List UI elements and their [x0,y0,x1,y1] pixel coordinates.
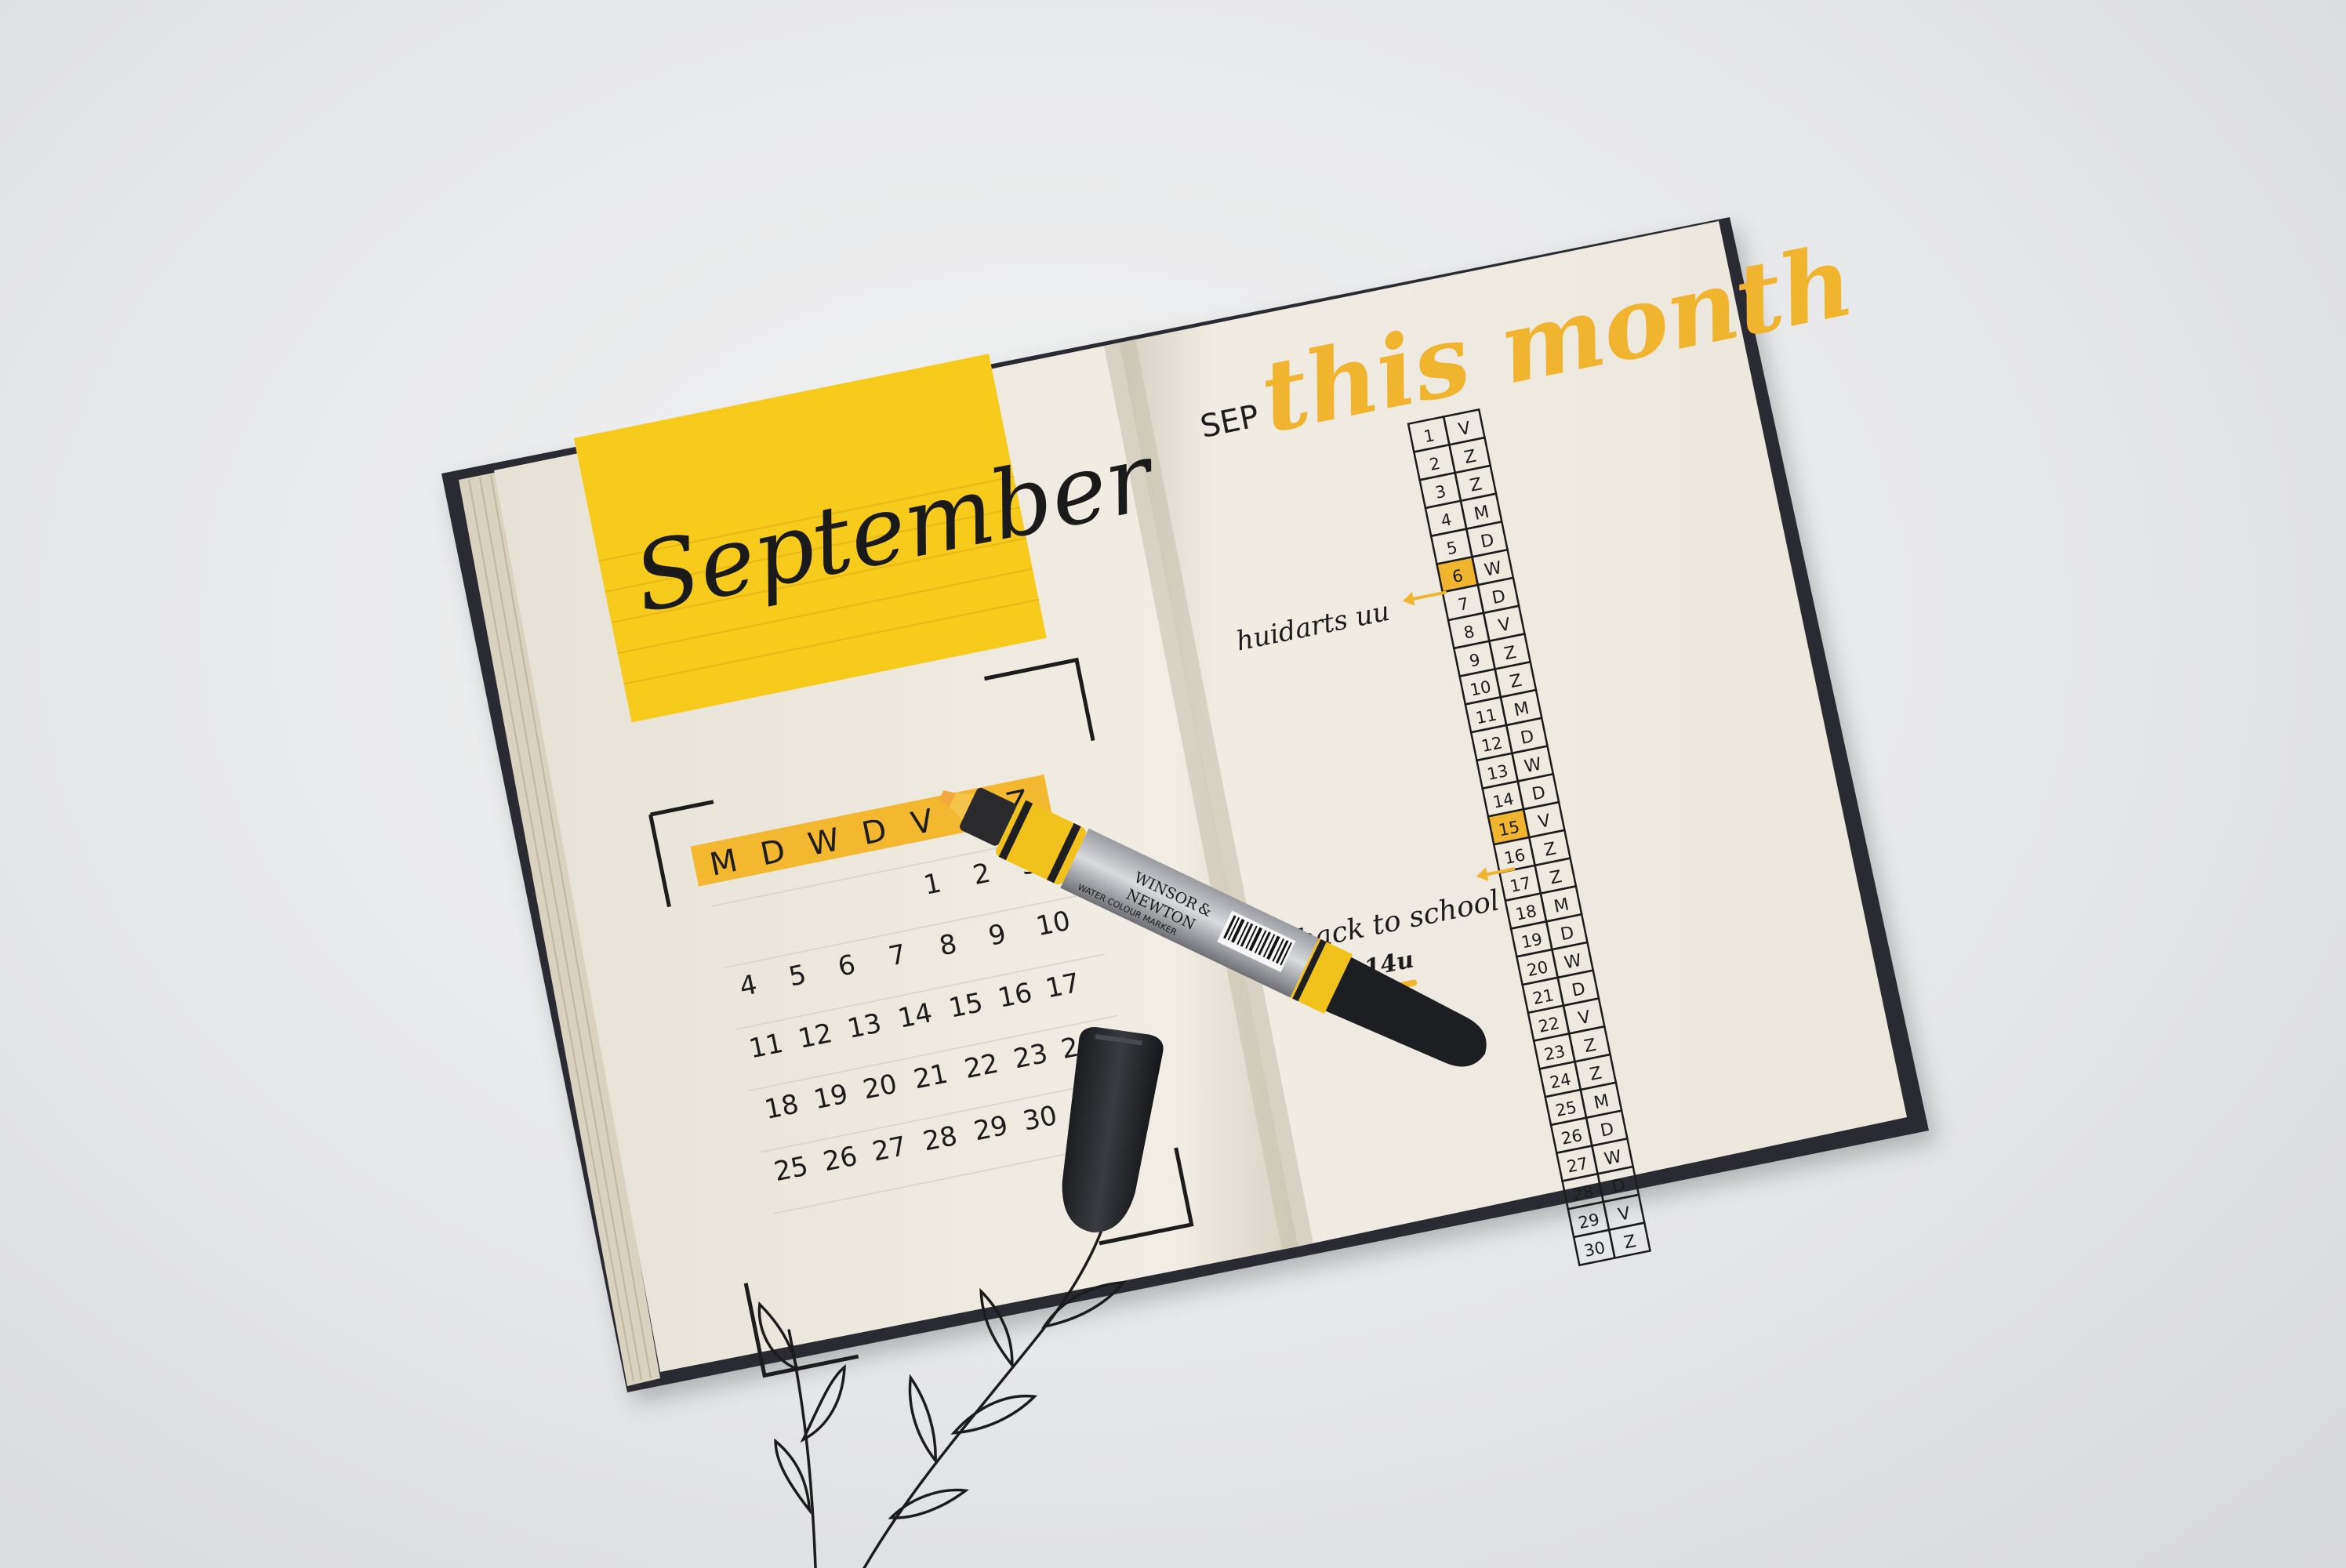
calendar-day: 21 [911,1058,950,1096]
calendar-day: 29 [971,1110,1011,1148]
calendar-day: 17 [1043,967,1082,1005]
calendar-day: 25 [772,1150,811,1188]
calendar-day: 26 [820,1141,859,1178]
tracker-day-number: 28 [1571,1181,1596,1204]
tracker-weekday: Z [1622,1232,1638,1254]
calendar-day: 27 [870,1131,909,1168]
tracker-day-number: 30 [1582,1238,1607,1261]
calendar-day: 30 [1020,1100,1059,1138]
calendar-day: 20 [860,1069,899,1106]
calendar-day: 15 [946,987,986,1025]
calendar-day: 13 [844,1007,884,1045]
tracker-day-number: 29 [1577,1210,1601,1232]
calendar-day: 18 [762,1088,801,1126]
calendar-day: 12 [796,1018,835,1055]
calendar-day: 16 [995,977,1034,1014]
tracker-weekday: V [1617,1203,1632,1225]
calendar-day: 22 [962,1047,1001,1085]
photo-scene: September M D W D V Z Z [441,217,1929,1568]
calendar-day: 11 [746,1028,786,1065]
calendar-day: 28 [921,1120,960,1158]
calendar-day: 23 [1011,1038,1050,1076]
calendar-day: 19 [811,1078,850,1116]
calendar-day: 14 [895,997,935,1035]
calendar-day: 10 [1033,905,1073,942]
